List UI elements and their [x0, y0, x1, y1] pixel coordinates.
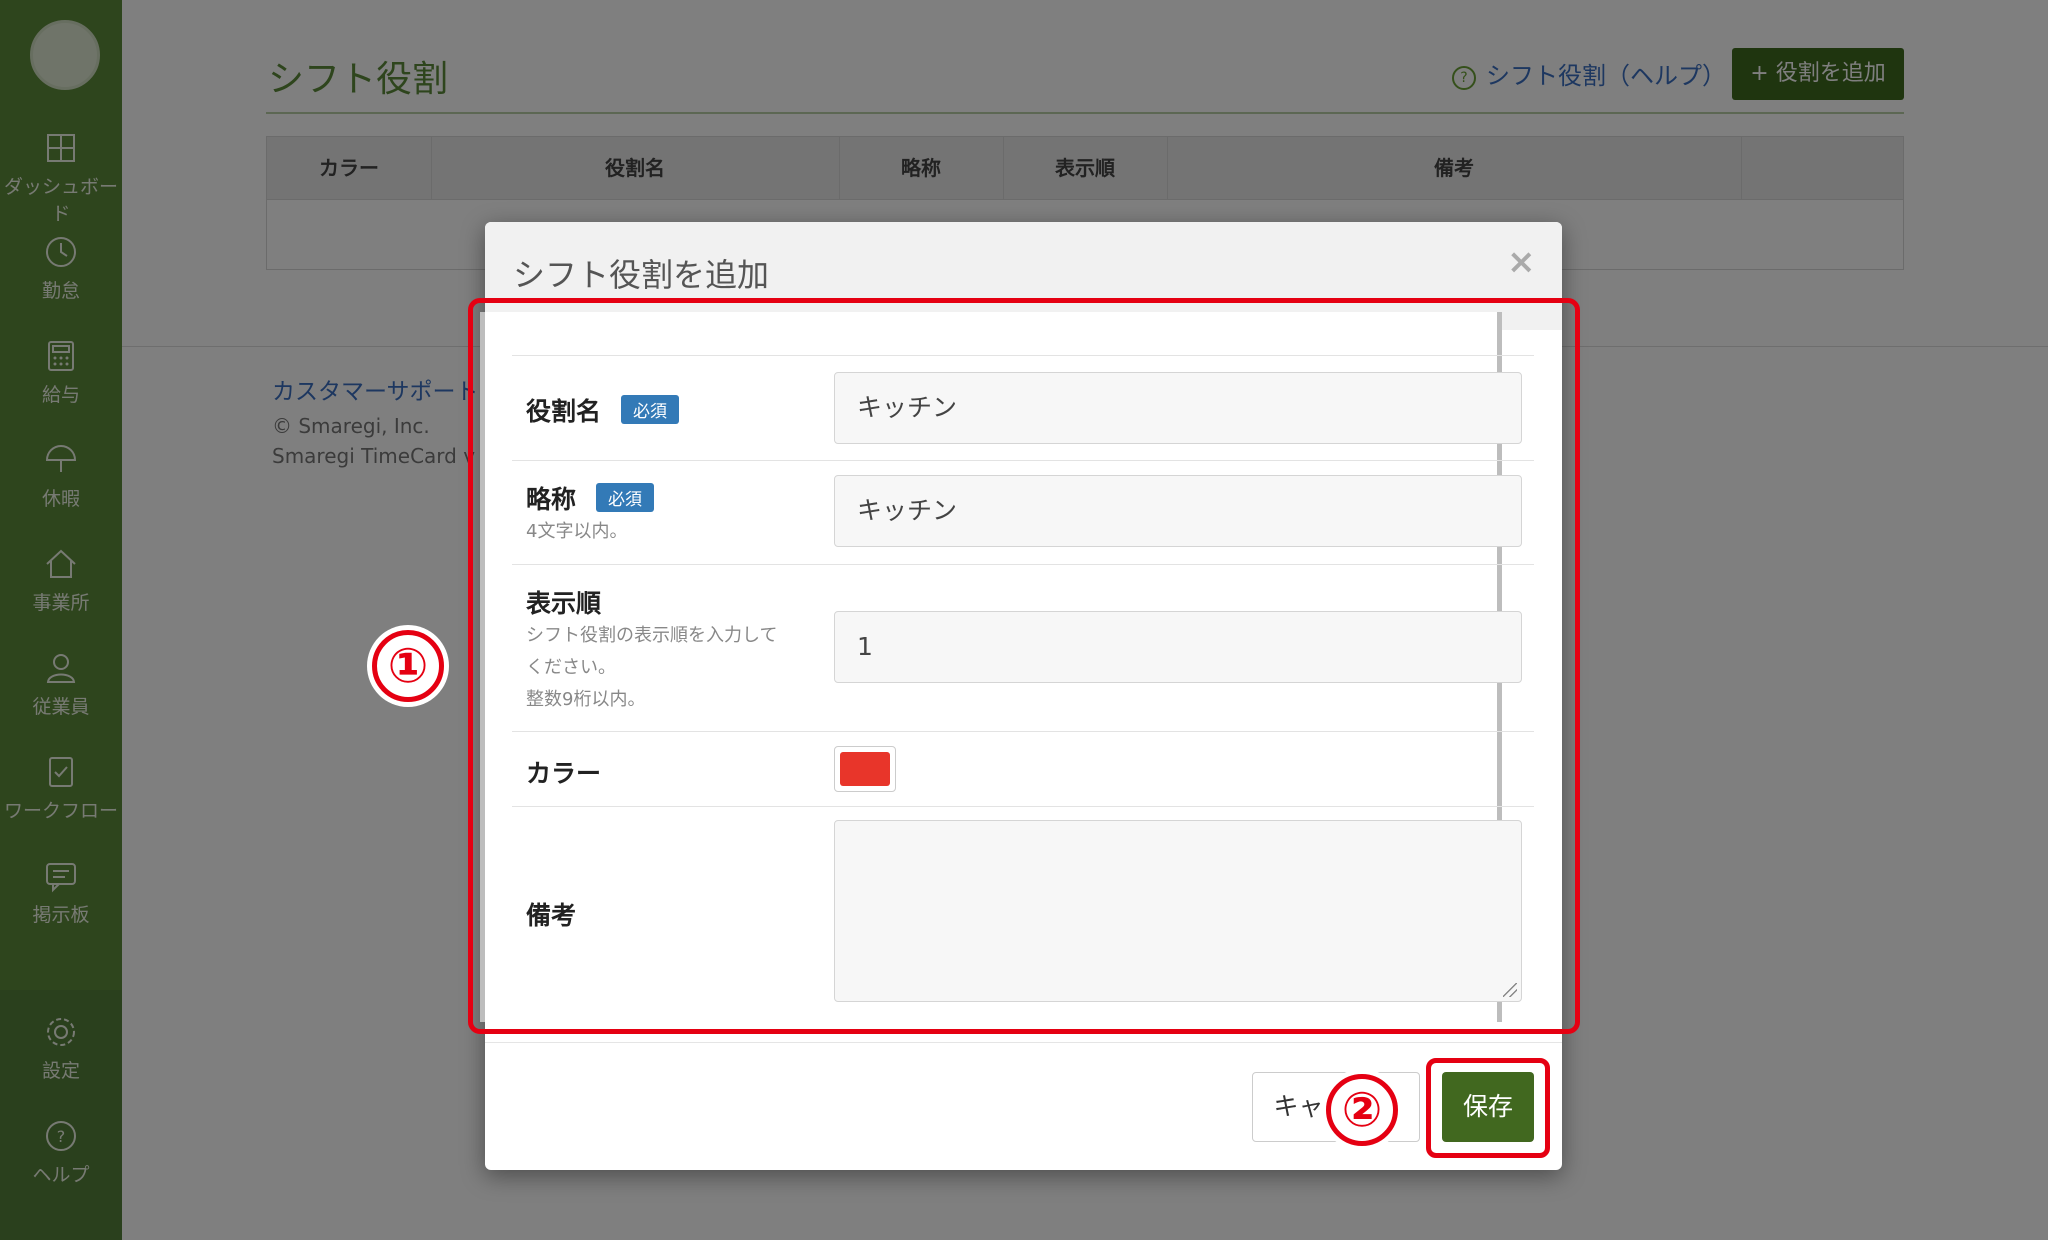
modal-title: シフト役割を追加: [513, 256, 770, 294]
step-marker-2: ②: [1326, 1074, 1398, 1146]
save-highlight-box: [1426, 1058, 1550, 1158]
modal-footer-divider: [485, 1042, 1562, 1043]
step-marker-1: ①: [372, 630, 444, 702]
close-icon[interactable]: ×: [1507, 242, 1536, 282]
form-highlight-box: [468, 298, 1580, 1034]
